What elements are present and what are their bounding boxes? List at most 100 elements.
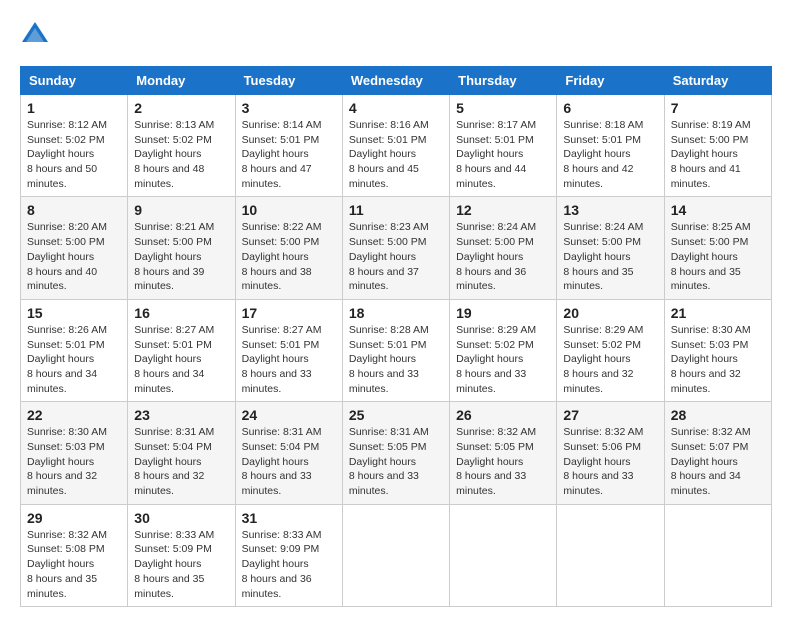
day-number: 5 xyxy=(456,100,550,116)
day-info: Sunrise: 8:25 AM Sunset: 5:00 PM Dayligh… xyxy=(671,220,765,293)
day-info: Sunrise: 8:14 AM Sunset: 5:01 PM Dayligh… xyxy=(242,118,336,191)
day-number: 15 xyxy=(27,305,121,321)
calendar-cell: 21 Sunrise: 8:30 AM Sunset: 5:03 PM Dayl… xyxy=(664,299,771,401)
calendar-week-row: 8 Sunrise: 8:20 AM Sunset: 5:00 PM Dayli… xyxy=(21,197,772,299)
calendar-cell: 12 Sunrise: 8:24 AM Sunset: 5:00 PM Dayl… xyxy=(450,197,557,299)
calendar-cell: 15 Sunrise: 8:26 AM Sunset: 5:01 PM Dayl… xyxy=(21,299,128,401)
calendar-cell: 16 Sunrise: 8:27 AM Sunset: 5:01 PM Dayl… xyxy=(128,299,235,401)
day-info: Sunrise: 8:18 AM Sunset: 5:01 PM Dayligh… xyxy=(563,118,657,191)
calendar-cell: 20 Sunrise: 8:29 AM Sunset: 5:02 PM Dayl… xyxy=(557,299,664,401)
calendar-cell: 2 Sunrise: 8:13 AM Sunset: 5:02 PM Dayli… xyxy=(128,95,235,197)
calendar-cell: 9 Sunrise: 8:21 AM Sunset: 5:00 PM Dayli… xyxy=(128,197,235,299)
calendar-cell: 7 Sunrise: 8:19 AM Sunset: 5:00 PM Dayli… xyxy=(664,95,771,197)
calendar-cell: 31 Sunrise: 8:33 AM Sunset: 9:09 PM Dayl… xyxy=(235,504,342,606)
day-info: Sunrise: 8:32 AM Sunset: 5:06 PM Dayligh… xyxy=(563,425,657,498)
day-number: 19 xyxy=(456,305,550,321)
logo xyxy=(20,20,54,50)
day-info: Sunrise: 8:31 AM Sunset: 5:04 PM Dayligh… xyxy=(134,425,228,498)
day-info: Sunrise: 8:27 AM Sunset: 5:01 PM Dayligh… xyxy=(242,323,336,396)
day-info: Sunrise: 8:28 AM Sunset: 5:01 PM Dayligh… xyxy=(349,323,443,396)
day-info: Sunrise: 8:13 AM Sunset: 5:02 PM Dayligh… xyxy=(134,118,228,191)
day-number: 17 xyxy=(242,305,336,321)
day-info: Sunrise: 8:26 AM Sunset: 5:01 PM Dayligh… xyxy=(27,323,121,396)
calendar-cell: 8 Sunrise: 8:20 AM Sunset: 5:00 PM Dayli… xyxy=(21,197,128,299)
day-number: 7 xyxy=(671,100,765,116)
calendar-cell: 24 Sunrise: 8:31 AM Sunset: 5:04 PM Dayl… xyxy=(235,402,342,504)
day-number: 10 xyxy=(242,202,336,218)
day-info: Sunrise: 8:32 AM Sunset: 5:08 PM Dayligh… xyxy=(27,528,121,601)
weekday-header: Thursday xyxy=(450,67,557,95)
day-number: 29 xyxy=(27,510,121,526)
day-number: 9 xyxy=(134,202,228,218)
weekday-header: Sunday xyxy=(21,67,128,95)
day-info: Sunrise: 8:31 AM Sunset: 5:05 PM Dayligh… xyxy=(349,425,443,498)
calendar-cell: 19 Sunrise: 8:29 AM Sunset: 5:02 PM Dayl… xyxy=(450,299,557,401)
calendar-cell xyxy=(664,504,771,606)
day-number: 31 xyxy=(242,510,336,526)
day-info: Sunrise: 8:17 AM Sunset: 5:01 PM Dayligh… xyxy=(456,118,550,191)
calendar-cell xyxy=(557,504,664,606)
calendar-cell: 30 Sunrise: 8:33 AM Sunset: 5:09 PM Dayl… xyxy=(128,504,235,606)
day-info: Sunrise: 8:32 AM Sunset: 5:07 PM Dayligh… xyxy=(671,425,765,498)
weekday-header: Monday xyxy=(128,67,235,95)
day-number: 1 xyxy=(27,100,121,116)
day-info: Sunrise: 8:33 AM Sunset: 5:09 PM Dayligh… xyxy=(134,528,228,601)
day-number: 27 xyxy=(563,407,657,423)
calendar-cell: 14 Sunrise: 8:25 AM Sunset: 5:00 PM Dayl… xyxy=(664,197,771,299)
day-number: 26 xyxy=(456,407,550,423)
day-number: 20 xyxy=(563,305,657,321)
day-number: 12 xyxy=(456,202,550,218)
day-number: 21 xyxy=(671,305,765,321)
logo-icon xyxy=(20,20,50,50)
calendar-cell: 27 Sunrise: 8:32 AM Sunset: 5:06 PM Dayl… xyxy=(557,402,664,504)
day-number: 14 xyxy=(671,202,765,218)
day-info: Sunrise: 8:23 AM Sunset: 5:00 PM Dayligh… xyxy=(349,220,443,293)
day-number: 18 xyxy=(349,305,443,321)
day-info: Sunrise: 8:29 AM Sunset: 5:02 PM Dayligh… xyxy=(456,323,550,396)
calendar-table: SundayMondayTuesdayWednesdayThursdayFrid… xyxy=(20,66,772,607)
calendar-cell xyxy=(450,504,557,606)
day-number: 28 xyxy=(671,407,765,423)
day-info: Sunrise: 8:32 AM Sunset: 5:05 PM Dayligh… xyxy=(456,425,550,498)
day-number: 11 xyxy=(349,202,443,218)
calendar-cell: 25 Sunrise: 8:31 AM Sunset: 5:05 PM Dayl… xyxy=(342,402,449,504)
day-number: 6 xyxy=(563,100,657,116)
day-info: Sunrise: 8:21 AM Sunset: 5:00 PM Dayligh… xyxy=(134,220,228,293)
day-info: Sunrise: 8:31 AM Sunset: 5:04 PM Dayligh… xyxy=(242,425,336,498)
calendar-week-row: 1 Sunrise: 8:12 AM Sunset: 5:02 PM Dayli… xyxy=(21,95,772,197)
day-number: 2 xyxy=(134,100,228,116)
calendar-cell: 26 Sunrise: 8:32 AM Sunset: 5:05 PM Dayl… xyxy=(450,402,557,504)
day-info: Sunrise: 8:16 AM Sunset: 5:01 PM Dayligh… xyxy=(349,118,443,191)
day-number: 22 xyxy=(27,407,121,423)
weekday-header: Saturday xyxy=(664,67,771,95)
calendar-cell: 3 Sunrise: 8:14 AM Sunset: 5:01 PM Dayli… xyxy=(235,95,342,197)
calendar-week-row: 29 Sunrise: 8:32 AM Sunset: 5:08 PM Dayl… xyxy=(21,504,772,606)
day-number: 8 xyxy=(27,202,121,218)
page-header xyxy=(20,20,772,50)
calendar-cell: 6 Sunrise: 8:18 AM Sunset: 5:01 PM Dayli… xyxy=(557,95,664,197)
day-info: Sunrise: 8:19 AM Sunset: 5:00 PM Dayligh… xyxy=(671,118,765,191)
calendar-cell: 4 Sunrise: 8:16 AM Sunset: 5:01 PM Dayli… xyxy=(342,95,449,197)
calendar-cell: 1 Sunrise: 8:12 AM Sunset: 5:02 PM Dayli… xyxy=(21,95,128,197)
calendar-cell: 11 Sunrise: 8:23 AM Sunset: 5:00 PM Dayl… xyxy=(342,197,449,299)
day-info: Sunrise: 8:24 AM Sunset: 5:00 PM Dayligh… xyxy=(563,220,657,293)
calendar-cell: 13 Sunrise: 8:24 AM Sunset: 5:00 PM Dayl… xyxy=(557,197,664,299)
calendar-week-row: 15 Sunrise: 8:26 AM Sunset: 5:01 PM Dayl… xyxy=(21,299,772,401)
calendar-cell: 29 Sunrise: 8:32 AM Sunset: 5:08 PM Dayl… xyxy=(21,504,128,606)
day-info: Sunrise: 8:33 AM Sunset: 9:09 PM Dayligh… xyxy=(242,528,336,601)
calendar-header-row: SundayMondayTuesdayWednesdayThursdayFrid… xyxy=(21,67,772,95)
day-info: Sunrise: 8:20 AM Sunset: 5:00 PM Dayligh… xyxy=(27,220,121,293)
calendar-cell: 18 Sunrise: 8:28 AM Sunset: 5:01 PM Dayl… xyxy=(342,299,449,401)
day-number: 25 xyxy=(349,407,443,423)
calendar-cell: 17 Sunrise: 8:27 AM Sunset: 5:01 PM Dayl… xyxy=(235,299,342,401)
day-number: 3 xyxy=(242,100,336,116)
weekday-header: Tuesday xyxy=(235,67,342,95)
calendar-week-row: 22 Sunrise: 8:30 AM Sunset: 5:03 PM Dayl… xyxy=(21,402,772,504)
day-info: Sunrise: 8:12 AM Sunset: 5:02 PM Dayligh… xyxy=(27,118,121,191)
weekday-header: Wednesday xyxy=(342,67,449,95)
calendar-cell: 23 Sunrise: 8:31 AM Sunset: 5:04 PM Dayl… xyxy=(128,402,235,504)
day-info: Sunrise: 8:30 AM Sunset: 5:03 PM Dayligh… xyxy=(671,323,765,396)
day-number: 24 xyxy=(242,407,336,423)
day-info: Sunrise: 8:29 AM Sunset: 5:02 PM Dayligh… xyxy=(563,323,657,396)
calendar-cell: 10 Sunrise: 8:22 AM Sunset: 5:00 PM Dayl… xyxy=(235,197,342,299)
